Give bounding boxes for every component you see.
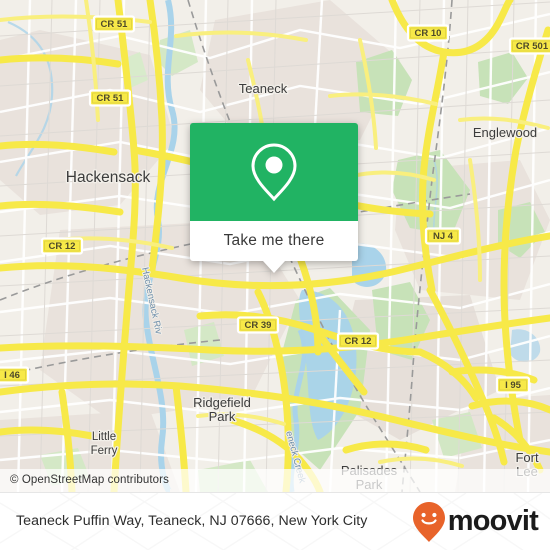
route-shield-i95: I 95 (495, 376, 531, 394)
moovit-pin-smiley-icon (412, 501, 445, 542)
callout-action-area[interactable]: Take me there (190, 221, 358, 273)
route-shield-nj4: NJ 4 (424, 227, 462, 245)
route-shield-cr12-east: CR 12 (336, 332, 380, 350)
route-shield-cr51-north: CR 51 (92, 15, 136, 33)
route-shield-cr51-south: CR 51 (88, 89, 132, 107)
moovit-logo[interactable]: moovit (412, 501, 550, 543)
footer-bar: Teaneck Puffin Way, Teaneck, NJ 07666, N… (0, 492, 550, 550)
callout-tail (263, 261, 285, 273)
location-callout-card[interactable]: Take me there (190, 123, 358, 273)
moovit-wordmark: moovit (447, 505, 539, 537)
svg-text:CR 12: CR 12 (345, 336, 372, 347)
place-label-fort: Fort (515, 450, 539, 465)
svg-text:I 46: I 46 (4, 370, 20, 381)
svg-text:CR 501: CR 501 (516, 41, 549, 52)
svg-text:CR 12: CR 12 (49, 241, 76, 252)
place-label-englewood: Englewood (473, 125, 537, 140)
svg-text:CR 51: CR 51 (101, 19, 129, 30)
place-label-ridgefield-park: Park (209, 409, 236, 424)
place-label-little: Little (92, 431, 116, 443)
place-label-ridgefield: Ridgefield (193, 395, 251, 410)
route-shield-cr10: CR 10 (406, 24, 450, 42)
screenshot-root: Hackensack Riv eneck Creek Hackensack Te… (0, 0, 550, 550)
footer-address: Teaneck Puffin Way, Teaneck, NJ 07666, N… (16, 513, 368, 530)
place-label-ferry: Ferry (91, 445, 118, 457)
svg-text:I 95: I 95 (505, 380, 522, 391)
map-pin-icon (251, 143, 297, 202)
route-shield-cr501: CR 501 (508, 37, 550, 55)
route-shield-i46: I 46 (0, 366, 30, 384)
svg-text:CR 10: CR 10 (415, 28, 442, 39)
place-label-teaneck: Teaneck (239, 81, 288, 96)
svg-text:NJ 4: NJ 4 (433, 231, 454, 242)
route-shield-cr12-west: CR 12 (40, 237, 84, 255)
svg-text:CR 51: CR 51 (97, 93, 125, 104)
route-shield-cr39: CR 39 (236, 316, 280, 334)
place-label-hackensack: Hackensack (66, 169, 151, 186)
callout-icon-area (190, 123, 358, 221)
svg-text:CR 39: CR 39 (245, 320, 272, 331)
map-attribution[interactable]: © OpenStreetMap contributors (0, 469, 550, 492)
take-me-there-label: Take me there (223, 232, 325, 249)
